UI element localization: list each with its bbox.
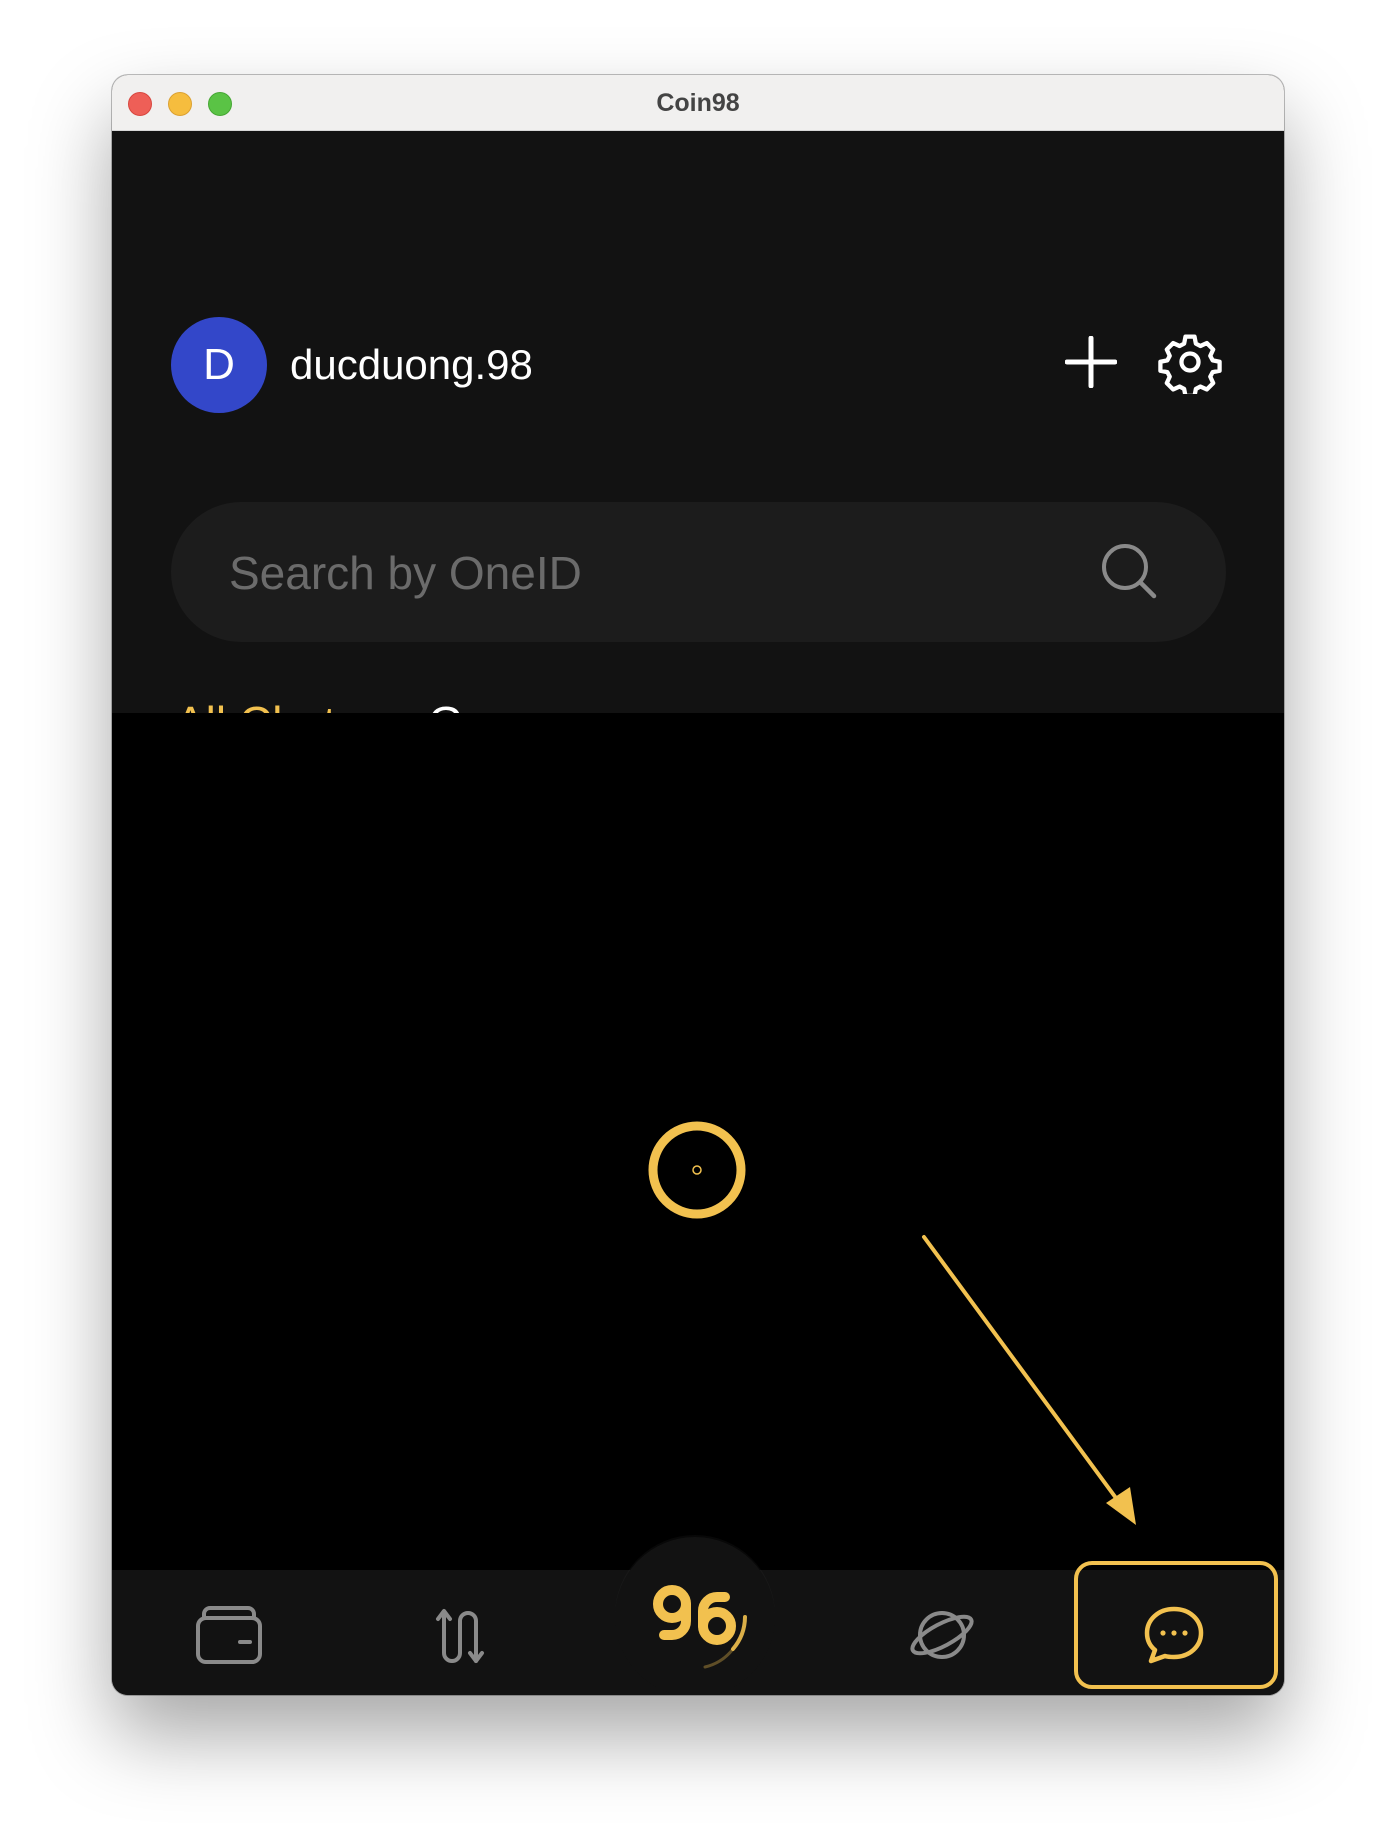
nav-browser[interactable] <box>887 1590 997 1680</box>
search-input[interactable]: Search by OneID <box>229 546 582 600</box>
search-bar[interactable]: Search by OneID <box>171 502 1226 642</box>
title-bar: Coin98 <box>112 75 1284 131</box>
gear-icon <box>1158 334 1222 394</box>
planet-icon <box>910 1611 974 1659</box>
coin98-logo <box>653 1585 747 1669</box>
nav-swap[interactable] <box>409 1590 519 1680</box>
window-title: Coin98 <box>656 89 740 117</box>
plus-icon <box>1065 336 1117 388</box>
username: ducduong.98 <box>290 341 533 388</box>
nav-wallet[interactable] <box>174 1590 284 1680</box>
settings-button[interactable] <box>1155 327 1225 397</box>
spinner-icon <box>648 1121 746 1219</box>
add-button[interactable] <box>1056 327 1126 397</box>
nav-chat[interactable] <box>1119 1590 1229 1680</box>
chat-icon <box>1144 1606 1204 1664</box>
swap-icon <box>436 1609 484 1663</box>
search-icon[interactable] <box>1098 540 1160 602</box>
coin98-home-button[interactable] <box>615 1537 775 1695</box>
avatar[interactable]: D <box>171 317 267 413</box>
wallet-icon <box>196 1606 262 1664</box>
chat-header: D ducduong.98 Search by OneID All Chats … <box>112 131 1284 767</box>
app-window: Coin98 D ducduong.98 Search by OneID All… <box>112 75 1284 1695</box>
